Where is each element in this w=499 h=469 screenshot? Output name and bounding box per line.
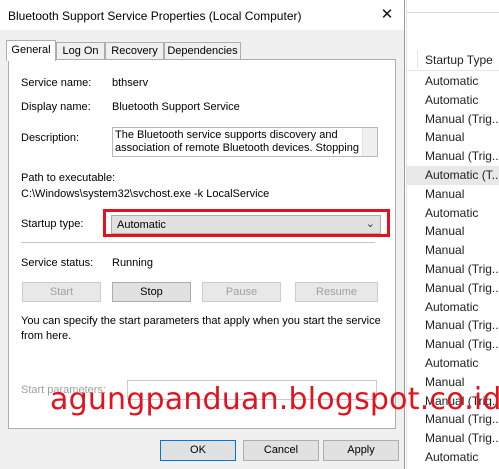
tab-log-on[interactable]: Log On [56, 42, 105, 59]
help-text: You can specify the start parameters tha… [21, 315, 381, 327]
description-label: Description: [21, 132, 80, 144]
column-divider[interactable] [417, 50, 418, 68]
watermark-text: agungpanduan.blogspot.co.id [50, 382, 499, 417]
list-top-strip [407, 0, 499, 13]
list-item[interactable]: Automatic [407, 448, 499, 467]
list-item[interactable]: Manual (Trig... [407, 110, 499, 129]
help-text: from here. [21, 330, 72, 342]
startup-type-selected-value: Automatic [117, 219, 166, 231]
list-item[interactable]: Manual [407, 222, 499, 241]
path-label: Path to executable: [21, 172, 116, 184]
stop-button[interactable]: Stop [112, 282, 191, 302]
dialog-title: Bluetooth Support Service Properties (Lo… [8, 9, 302, 23]
general-tab-panel: Service name: bthserv Display name: Blue… [8, 59, 396, 429]
chevron-down-icon: ⌄ [365, 218, 375, 230]
startup-type-column-header[interactable]: Startup Type [407, 48, 499, 71]
list-item[interactable]: Automatic [407, 91, 499, 110]
list-item[interactable]: Automatic [407, 72, 499, 91]
path-value: C:\Windows\system32\svchost.exe -k Local… [21, 188, 270, 200]
resume-button[interactable]: Resume [295, 282, 378, 302]
display-name-value: Bluetooth Support Service [112, 101, 240, 113]
description-line: association of remote Bluetooth devices.… [115, 142, 359, 154]
cancel-button[interactable]: Cancel [243, 440, 319, 461]
service-name-label: Service name: [21, 77, 92, 89]
list-item[interactable]: Manual (Trig... [407, 147, 499, 166]
list-item[interactable]: Manual (Trig... [407, 429, 499, 448]
list-item[interactable]: Manual [407, 185, 499, 204]
list-item[interactable]: Automatic [407, 298, 499, 317]
list-item[interactable]: Automatic [407, 354, 499, 373]
ok-button[interactable]: OK [160, 440, 236, 461]
list-item[interactable]: Manual (Trig... [407, 260, 499, 279]
service-status-label: Service status: [21, 257, 94, 269]
display-name-label: Display name: [21, 101, 91, 113]
start-button[interactable]: Start [22, 282, 101, 302]
startup-type-label: Startup type: [21, 218, 84, 230]
list-item-selected[interactable]: Automatic (T... [407, 165, 499, 185]
list-item[interactable]: Manual (Trig... [407, 335, 499, 354]
list-item[interactable]: Manual [407, 241, 499, 260]
startup-type-select[interactable]: Automatic ⌄ [111, 215, 381, 234]
divider [21, 242, 375, 243]
tab-general[interactable]: General [6, 40, 56, 61]
service-status-value: Running [112, 257, 153, 269]
apply-button[interactable]: Apply [323, 440, 399, 461]
list-item[interactable]: Automatic [407, 204, 499, 223]
startup-type-header-label: Startup Type [425, 53, 493, 67]
description-line: The Bluetooth service supports discovery… [115, 129, 338, 141]
service-name-value: bthserv [112, 77, 149, 89]
list-item[interactable]: Manual [407, 128, 499, 147]
description-textbox[interactable]: The Bluetooth service supports discovery… [112, 127, 378, 157]
tab-recovery[interactable]: Recovery [105, 42, 164, 59]
list-item[interactable]: Manual (Trig... [407, 279, 499, 298]
description-scrollbar[interactable] [362, 128, 377, 156]
list-item[interactable]: Manual (Trig... [407, 316, 499, 335]
close-icon[interactable]: ✕ [372, 2, 402, 28]
title-bar[interactable]: Bluetooth Support Service Properties (Lo… [0, 0, 404, 30]
pause-button[interactable]: Pause [202, 282, 281, 302]
tab-dependencies[interactable]: Dependencies [164, 42, 241, 59]
